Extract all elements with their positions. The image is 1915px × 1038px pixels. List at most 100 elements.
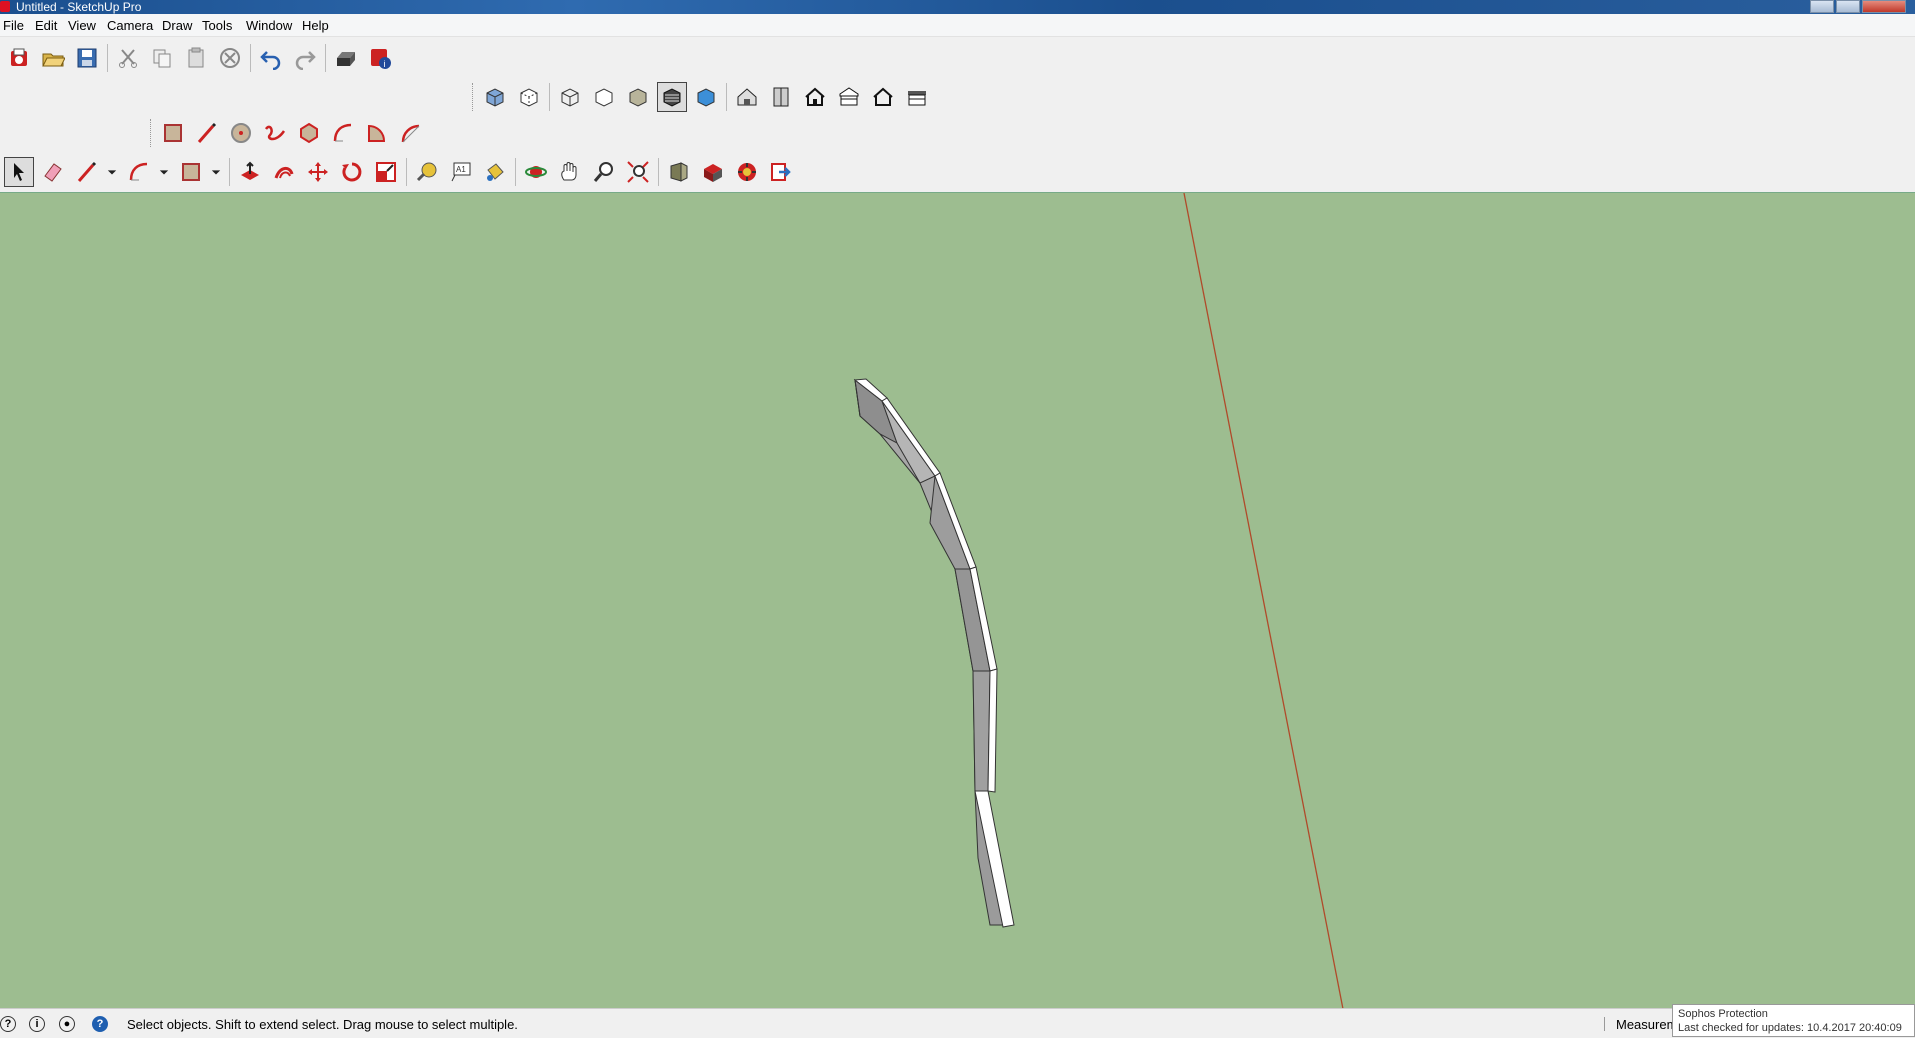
status-hint: Select objects. Shift to extend select. … (127, 1017, 518, 1032)
orbit-icon[interactable] (521, 157, 551, 187)
top-view-icon[interactable] (766, 82, 796, 112)
measurements-label: Measurem (1616, 1017, 1678, 1032)
print-icon[interactable] (331, 43, 361, 73)
zoom-extents-icon[interactable] (623, 157, 653, 187)
push-pull-icon[interactable] (235, 157, 265, 187)
monochrome-icon[interactable] (691, 82, 721, 112)
move-icon[interactable] (303, 157, 333, 187)
restore-button[interactable] (1836, 0, 1860, 13)
shaded-icon[interactable] (623, 82, 653, 112)
red-axis-line (1183, 193, 1344, 1009)
send-to-layout-icon[interactable] (766, 157, 796, 187)
separator (325, 44, 326, 72)
separator (658, 158, 659, 186)
paste-icon[interactable] (181, 43, 211, 73)
main-toolbar: A1 (0, 154, 800, 190)
copy-icon[interactable] (147, 43, 177, 73)
iso-view-icon[interactable] (732, 82, 762, 112)
curved-wall-model (853, 378, 1015, 928)
close-button[interactable] (1862, 0, 1906, 13)
extension-warehouse-icon[interactable] (698, 157, 728, 187)
xray-icon[interactable] (480, 82, 510, 112)
save-icon[interactable] (72, 43, 102, 73)
chevron-down-icon[interactable] (158, 157, 170, 187)
menu-help[interactable]: Help (302, 18, 329, 33)
toolbar-area: i A1 (0, 37, 1915, 192)
components-icon[interactable] (732, 157, 762, 187)
rotate-icon[interactable] (337, 157, 367, 187)
separator (229, 158, 230, 186)
pie-icon[interactable] (362, 118, 392, 148)
two-point-arc-icon[interactable] (396, 118, 426, 148)
chevron-down-icon[interactable] (210, 157, 222, 187)
right-view-icon[interactable] (834, 82, 864, 112)
drawing-canvas[interactable] (0, 192, 1915, 1009)
notification-text: Last checked for updates: 10.4.2017 20:4… (1678, 1022, 1902, 1034)
redo-icon[interactable] (290, 43, 320, 73)
menu-camera[interactable]: Camera (107, 18, 153, 33)
back-view-icon[interactable] (868, 82, 898, 112)
zoom-icon[interactable] (589, 157, 619, 187)
select-icon[interactable] (4, 157, 34, 187)
pan-icon[interactable] (555, 157, 585, 187)
help-icon[interactable]: ? (92, 1016, 108, 1032)
eraser-icon[interactable] (38, 157, 68, 187)
line-icon[interactable] (192, 118, 222, 148)
front-view-icon[interactable] (800, 82, 830, 112)
left-view-icon[interactable] (902, 82, 932, 112)
status-bar: ? i ● ? Select objects. Shift to extend … (0, 1008, 1915, 1038)
tape-measure-icon[interactable] (412, 157, 442, 187)
cut-icon[interactable] (113, 43, 143, 73)
title-bar: Untitled - SketchUp Pro (0, 0, 1915, 14)
window-title: Untitled - SketchUp Pro (16, 0, 142, 14)
hidden-line-icon[interactable] (589, 82, 619, 112)
geo-location-icon[interactable]: ? (0, 1016, 16, 1032)
rectangle-icon[interactable] (176, 157, 206, 187)
chevron-down-icon[interactable] (106, 157, 118, 187)
toolbar-grip[interactable] (150, 119, 154, 147)
polygon-icon[interactable] (294, 118, 324, 148)
separator (250, 44, 251, 72)
undo-icon[interactable] (256, 43, 286, 73)
scale-icon[interactable] (371, 157, 401, 187)
warehouse-icon[interactable] (664, 157, 694, 187)
separator (107, 44, 108, 72)
pencil-icon[interactable] (72, 157, 102, 187)
menu-window[interactable]: Window (246, 18, 292, 33)
paint-bucket-icon[interactable] (480, 157, 510, 187)
drawing-toolbar (146, 115, 430, 151)
new-icon[interactable] (4, 43, 34, 73)
sophos-notification[interactable]: Sophos Protection Last checked for updat… (1672, 1004, 1915, 1037)
menu-view[interactable]: View (68, 18, 96, 33)
minimize-button[interactable] (1810, 0, 1834, 13)
erase-icon[interactable] (215, 43, 245, 73)
text-icon[interactable]: A1 (446, 157, 476, 187)
viewport-drawing (853, 193, 1344, 1009)
freehand-icon[interactable] (260, 118, 290, 148)
wireframe-icon[interactable] (555, 82, 585, 112)
user-icon[interactable]: ● (59, 1016, 75, 1032)
separator (515, 158, 516, 186)
menu-draw[interactable]: Draw (162, 18, 192, 33)
menu-bar: File Edit View Camera Draw Tools Window … (0, 14, 1915, 37)
back-edges-icon[interactable] (514, 82, 544, 112)
separator (549, 83, 550, 111)
circle-icon[interactable] (226, 118, 256, 148)
arc-icon[interactable] (124, 157, 154, 187)
styles-views-toolbar (468, 79, 936, 115)
menu-edit[interactable]: Edit (35, 18, 57, 33)
svg-text:A1: A1 (456, 165, 466, 174)
menu-tools[interactable]: Tools (202, 18, 232, 33)
shaded-textures-icon[interactable] (657, 82, 687, 112)
toolbar-grip[interactable] (472, 83, 476, 111)
open-icon[interactable] (38, 43, 68, 73)
rectangle-icon[interactable] (158, 118, 188, 148)
sketchup-app-icon (0, 1, 10, 12)
credits-icon[interactable]: i (29, 1016, 45, 1032)
model-info-icon[interactable]: i (365, 43, 395, 73)
notification-title: Sophos Protection (1678, 1008, 1768, 1020)
svg-text:i: i (384, 59, 386, 69)
menu-file[interactable]: File (3, 18, 24, 33)
follow-me-icon[interactable] (269, 157, 299, 187)
arc-icon[interactable] (328, 118, 358, 148)
